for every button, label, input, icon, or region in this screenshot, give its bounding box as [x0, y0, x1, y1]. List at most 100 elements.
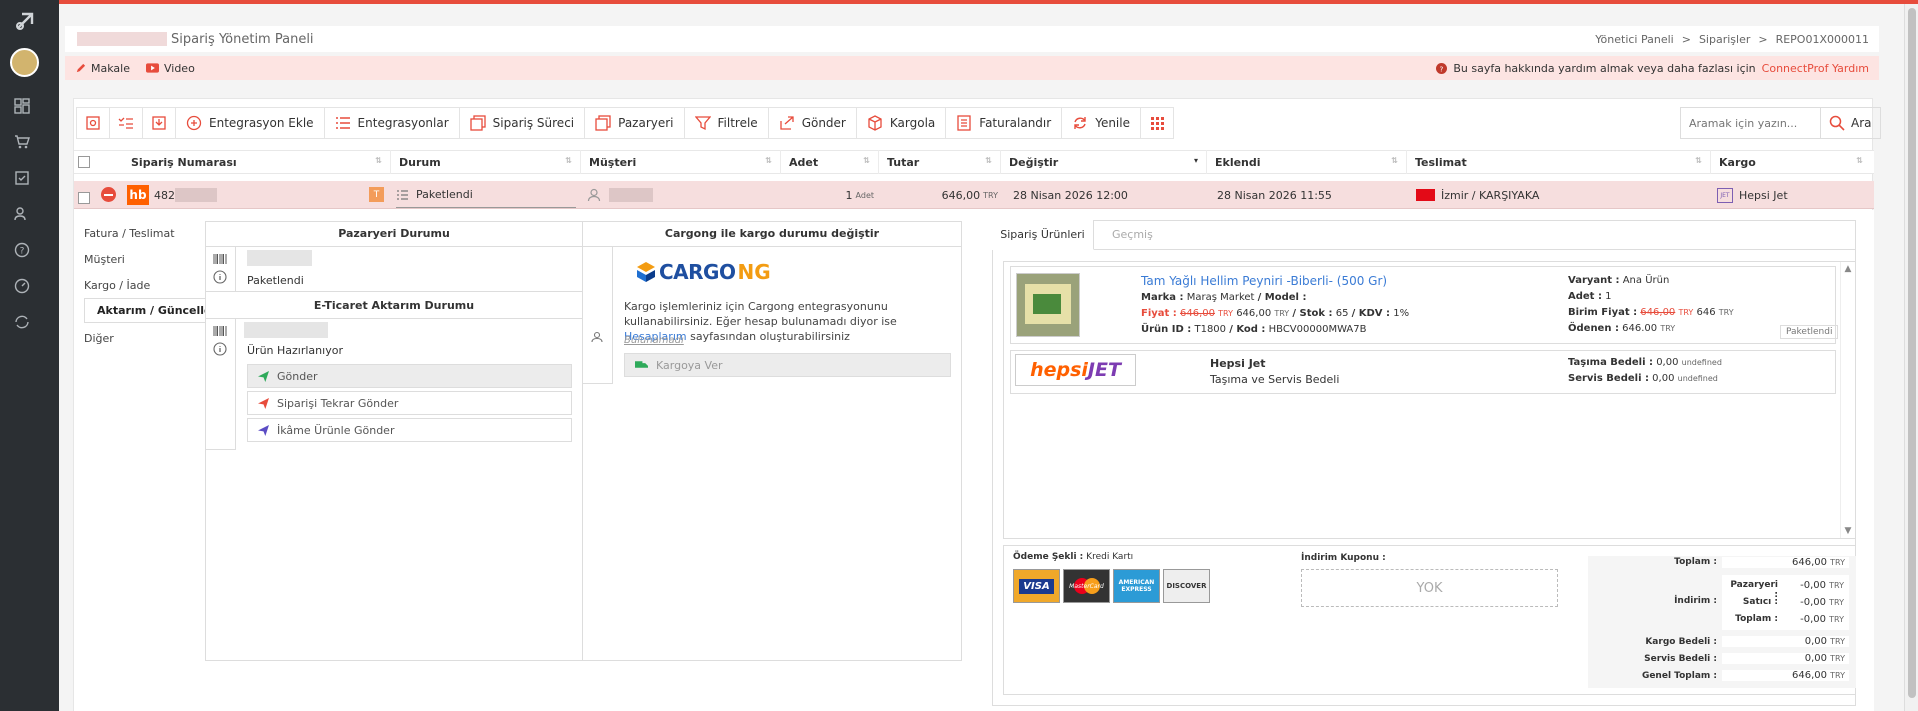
status-select[interactable]: Paketlendi — [396, 182, 576, 208]
hepsijet-logo: hepsi JET — [1015, 354, 1136, 386]
stock-label: / Stok : — [1292, 308, 1333, 319]
sync-icon[interactable] — [14, 314, 36, 336]
paid-line: Ödenen : 646.00 TRY — [1568, 323, 1675, 334]
product-list-scrollbar[interactable]: ▲ ▼ — [1840, 262, 1855, 538]
search-button[interactable]: Ara — [1821, 115, 1880, 131]
page-scrollbar[interactable] — [1904, 4, 1918, 711]
orders-icon[interactable] — [14, 170, 36, 192]
payment-method-value: Kredi Kartı — [1086, 552, 1134, 562]
col-delivery[interactable]: Teslimat ⇅ — [1407, 150, 1711, 174]
apps-button[interactable] — [1141, 108, 1173, 138]
col-customer[interactable]: Müşteri ⇅ — [581, 150, 781, 174]
tab-transfer-update[interactable]: Aktarım / Güncelle... — [84, 298, 206, 323]
id-label: Ürün ID : — [1141, 324, 1192, 335]
help-text: Bu sayfa hakkında yardım almak veya daha… — [1453, 61, 1756, 75]
avatar[interactable] — [10, 48, 39, 77]
col-order-no[interactable]: Sipariş Numarası ⇅ — [123, 150, 391, 174]
dashboard-icon[interactable] — [14, 98, 36, 120]
scroll-down-icon[interactable]: ▼ — [1841, 526, 1855, 536]
app-logo-icon[interactable] — [14, 10, 36, 32]
help-link[interactable]: ConnectProf Yardım — [1762, 62, 1869, 75]
integrations-button[interactable]: Entegrasyonlar — [325, 108, 460, 138]
send-icon — [258, 370, 269, 382]
scrollbar-thumb[interactable] — [1908, 8, 1916, 698]
cargo-fee: 0,00 TRY — [1722, 636, 1849, 647]
product-image[interactable] — [1016, 273, 1080, 337]
tab-other[interactable]: Diğer — [84, 332, 114, 345]
cargong-panel — [582, 221, 962, 661]
breadcrumb-orders[interactable]: Siparişler — [1699, 33, 1750, 46]
code-value: HBCV00000MWA7B — [1268, 324, 1367, 335]
sort-icon: ⇅ — [985, 156, 992, 165]
video-link[interactable]: Video — [145, 62, 195, 75]
invoice-button[interactable]: Faturalandır — [946, 108, 1063, 138]
mastercard-icon: MasterCard — [1069, 582, 1104, 590]
coupon-label: İndirim Kuponu : — [1301, 553, 1386, 563]
col-changed-label: Değiştir — [1009, 155, 1059, 169]
old-price: 646,00 — [1179, 308, 1215, 319]
select-all-checkbox[interactable] — [78, 156, 90, 168]
service-fee-value: 0,00 — [1652, 373, 1675, 384]
service-fee-label: Servis Bedeli : — [1568, 373, 1649, 384]
toolbar-checklist-button[interactable] — [110, 108, 143, 138]
marketplace-button[interactable]: Pazaryeri — [585, 108, 685, 138]
ship-button[interactable]: Kargoya Ver — [624, 353, 951, 377]
col-status[interactable]: Durum ⇅ — [391, 150, 581, 174]
row-checkbox[interactable] — [78, 192, 90, 204]
barcode-icon — [213, 254, 227, 264]
kdv-value: 1% — [1393, 308, 1410, 319]
help-icon[interactable]: ? — [14, 242, 36, 264]
search-icon — [1829, 115, 1845, 131]
col-added-label: Eklendi — [1215, 155, 1261, 169]
tab-invoice-delivery[interactable]: Fatura / Teslimat — [84, 227, 175, 240]
toolbar: Entegrasyon Ekle Entegrasyonlar Sipariş … — [76, 107, 1174, 139]
col-customer-label: Müşteri — [589, 155, 637, 169]
add-integration-button[interactable]: Entegrasyon Ekle — [176, 108, 325, 138]
users-icon[interactable] — [14, 206, 36, 228]
redacted-store-name — [77, 32, 167, 46]
send-action-button[interactable]: Gönder — [247, 364, 572, 388]
toolbar-settings-button[interactable] — [77, 108, 110, 138]
toolbar-download-button[interactable] — [143, 108, 176, 138]
article-link[interactable]: Makale — [75, 62, 130, 75]
grand-total-value: 646,00 — [1791, 670, 1827, 681]
page-title: Sipariş Yönetim Paneli — [171, 31, 314, 47]
marketplace-label: Pazaryeri — [618, 116, 674, 130]
refresh-button[interactable]: Yenile — [1062, 108, 1141, 138]
cart-icon[interactable] — [14, 134, 36, 156]
paid-label: Ödenen : — [1568, 323, 1619, 334]
tab-customer[interactable]: Müşteri — [84, 253, 125, 266]
col-amount[interactable]: Tutar ⇅ — [879, 150, 1001, 174]
collapse-row-icon[interactable] — [101, 187, 116, 202]
speed-icon[interactable] — [14, 278, 36, 300]
help-note: ? Bu sayfa hakkında yardım almak veya da… — [1436, 62, 1869, 75]
product-name-link[interactable]: Tam Yağlı Hellim Peyniri -Biberli- (500 … — [1141, 274, 1387, 288]
info-icon[interactable] — [213, 342, 227, 356]
product-id-line: Ürün ID : T1800 / Kod : HBCV00000MWA7B — [1141, 324, 1367, 335]
send-label: Gönder — [801, 116, 846, 130]
scroll-up-icon[interactable]: ▲ — [1841, 264, 1855, 274]
tab-order-products[interactable]: Sipariş Ürünleri — [992, 220, 1094, 250]
filter-button[interactable]: Filtrele — [685, 108, 769, 138]
order-number[interactable]: 482 — [154, 189, 175, 202]
col-cargo[interactable]: Kargo ⇅ — [1711, 150, 1871, 174]
breadcrumb-home[interactable]: Yönetici Paneli — [1595, 33, 1673, 46]
amount-currency: TRY — [983, 190, 998, 200]
col-added[interactable]: Eklendi ⇅ — [1207, 150, 1407, 174]
coupon-box[interactable]: YOK — [1301, 569, 1558, 607]
col-qty[interactable]: Adet ⇅ — [781, 150, 879, 174]
cargong-text-2: sayfasından oluşturabilirsiniz — [690, 330, 850, 343]
send-button[interactable]: Gönder — [769, 108, 857, 138]
info-icon[interactable] — [213, 270, 227, 284]
order-process-button[interactable]: Sipariş Süreci — [460, 108, 586, 138]
discount-total-label: Toplam : — [1735, 614, 1778, 624]
checklist-icon — [118, 117, 133, 129]
cargo-label: Kargola — [889, 116, 936, 130]
col-changed[interactable]: Değiştir ▾ — [1001, 150, 1207, 174]
substitute-send-button[interactable]: İkâme Ürünle Gönder — [247, 418, 572, 442]
tab-cargo-return[interactable]: Kargo / İade — [84, 279, 150, 292]
search-input[interactable] — [1681, 108, 1821, 138]
resend-order-button[interactable]: Siparişi Tekrar Gönder — [247, 391, 572, 415]
cargo-button[interactable]: Kargola — [857, 108, 947, 138]
tab-history[interactable]: Geçmiş — [1112, 228, 1153, 241]
